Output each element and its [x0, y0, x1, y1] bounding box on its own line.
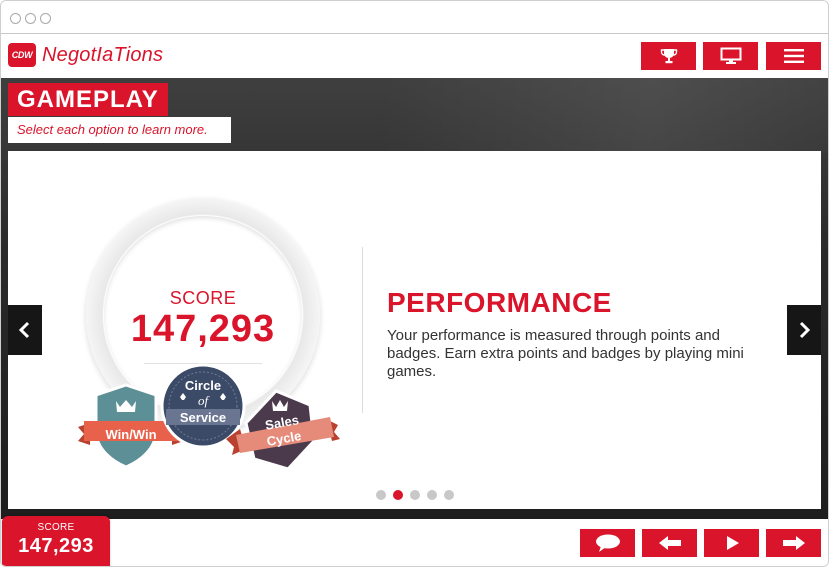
- play-button[interactable]: [704, 529, 759, 557]
- content-divider: [362, 247, 363, 413]
- section-title: GAMEPLAY: [8, 83, 168, 116]
- background-ceiling-light: [381, 78, 828, 153]
- badge-sales-cycle: Sales Cycle: [222, 387, 342, 477]
- stage-background: GAMEPLAY Select each option to learn mor…: [1, 78, 828, 519]
- slide-body-text: Your performance is measured through poi…: [387, 327, 744, 380]
- slide-score-label: SCORE: [169, 288, 237, 308]
- next-slide-button[interactable]: [787, 305, 821, 355]
- page-dot-4[interactable]: [427, 490, 437, 500]
- slide-heading: PERFORMANCE: [387, 287, 612, 318]
- section-subtitle: Select each option to learn more.: [8, 117, 231, 143]
- window-close-button[interactable]: [10, 13, 21, 24]
- app-footer: SCORE 147,293: [1, 516, 828, 566]
- page-dot-1[interactable]: [376, 490, 386, 500]
- app-header: CDW NegotIaTions: [1, 34, 828, 78]
- app-title: NegotIaTions: [42, 44, 164, 66]
- chat-button[interactable]: [580, 529, 635, 557]
- menu-button[interactable]: [766, 42, 821, 70]
- forward-button[interactable]: [766, 529, 821, 557]
- window-maximize-button[interactable]: [40, 13, 51, 24]
- monitor-icon: [720, 47, 741, 64]
- slide-score-value: 147,293: [130, 308, 276, 350]
- back-button[interactable]: [642, 529, 697, 557]
- window-minimize-button[interactable]: [25, 13, 36, 24]
- slide-card: SCORE 147,293 Win/Win Circle of Service …: [8, 151, 821, 509]
- monitor-button[interactable]: [703, 42, 758, 70]
- page-dot-2[interactable]: [393, 490, 403, 500]
- window-chrome: [1, 1, 828, 34]
- page-dot-5[interactable]: [444, 490, 454, 500]
- back-arrow-icon: [658, 536, 681, 550]
- cdw-logo: CDW: [8, 43, 36, 67]
- play-icon: [726, 536, 739, 550]
- previous-slide-button[interactable]: [8, 305, 42, 355]
- menu-icon: [783, 49, 804, 63]
- chevron-left-icon: [18, 321, 30, 339]
- speech-bubble-icon: [595, 534, 620, 552]
- footer-score-box: SCORE 147,293: [2, 516, 110, 566]
- page-dot-3[interactable]: [410, 490, 420, 500]
- chevron-right-icon: [799, 321, 811, 339]
- forward-arrow-icon: [782, 536, 805, 550]
- trophy-button[interactable]: [641, 42, 696, 70]
- app-window: CDW NegotIaTions GAMEPLAY Select each op…: [0, 0, 829, 567]
- footer-score-value: 147,293: [18, 535, 94, 557]
- trophy-icon: [660, 49, 677, 64]
- footer-score-label: SCORE: [37, 522, 75, 533]
- slide-pagination: [376, 490, 454, 500]
